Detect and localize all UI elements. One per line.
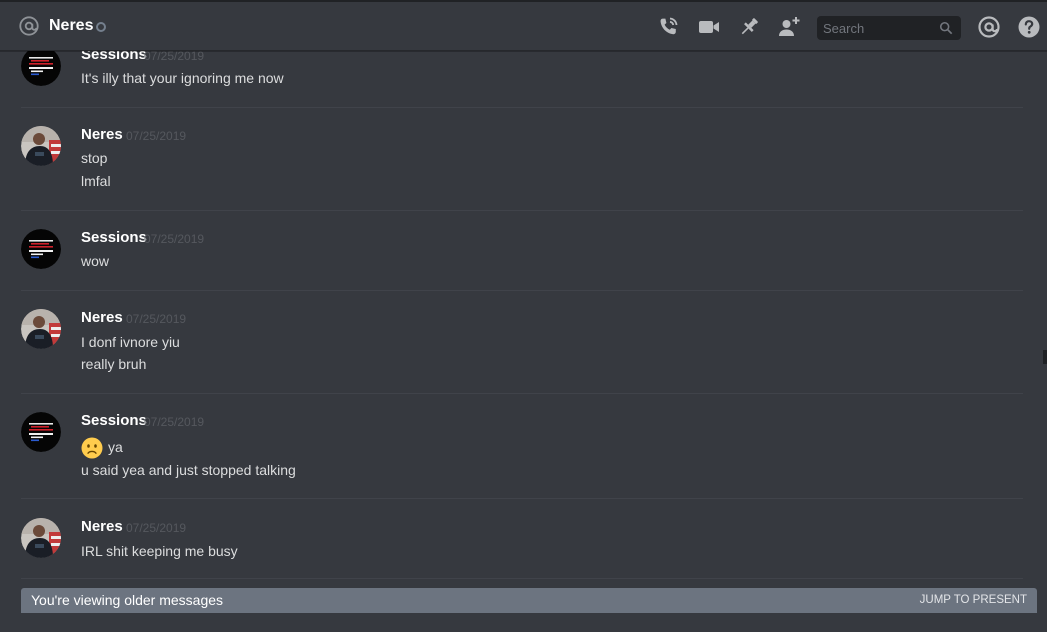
avatar-sessions[interactable] [21, 412, 61, 452]
avatar-image [21, 309, 61, 349]
avatar-image [21, 126, 61, 166]
message-divider [21, 498, 1023, 499]
message-text: It's illy that your ignoring me now [81, 70, 284, 86]
message-author[interactable]: Neres [81, 126, 123, 144]
message-timestamp: 07/25/2019 [126, 521, 187, 535]
message-author[interactable]: Neres [81, 518, 123, 536]
video-icon[interactable] [697, 15, 721, 39]
message-text: I donf ivnore yiu [81, 334, 180, 350]
message-text: stop [81, 150, 108, 166]
at-icon [19, 16, 39, 36]
message-divider [21, 107, 1023, 108]
message-timestamp: 07/25/2019 [144, 415, 205, 429]
search-icon [939, 21, 953, 35]
message-timestamp: 07/25/2019 [144, 51, 205, 63]
message-author[interactable]: Sessions [81, 229, 147, 247]
channel-name: Neres [49, 17, 94, 34]
pin-icon[interactable] [737, 15, 761, 39]
bottom-strip [0, 613, 1047, 632]
message-author[interactable]: Sessions [81, 51, 147, 64]
message-divider [21, 578, 1023, 579]
avatar-neres[interactable] [21, 309, 61, 349]
message-text: lmfal [81, 173, 111, 189]
message-text: IRL shit keeping me busy [81, 543, 238, 559]
frowning-face-emoji [81, 437, 103, 459]
message-divider [21, 290, 1023, 291]
message-text: u said yea and just stopped talking [81, 462, 296, 478]
help-icon[interactable] [1017, 15, 1041, 39]
message-divider [21, 210, 1023, 211]
avatar-sessions[interactable] [21, 51, 61, 86]
add-friend-icon[interactable] [777, 15, 801, 39]
avatar-image [21, 518, 61, 558]
avatar-image [21, 412, 61, 452]
avatar-image [21, 229, 61, 269]
search-input[interactable] [817, 16, 935, 40]
message-text: ya [81, 435, 123, 459]
message-text: wow [81, 253, 110, 269]
avatar-neres[interactable] [21, 126, 61, 166]
message-author[interactable]: Sessions [81, 412, 147, 430]
dm-chat-window: Neres Search Sessions 07/25/2019 It's il… [0, 0, 1047, 632]
call-icon[interactable] [656, 15, 680, 39]
mentions-icon[interactable] [977, 15, 1001, 39]
older-messages-bar: You're viewing older messages JUMP TO PR… [21, 588, 1037, 613]
jump-to-present-button[interactable]: JUMP TO PRESENT [920, 593, 1027, 608]
avatar-sessions[interactable] [21, 229, 61, 269]
message-text: really bruh [81, 356, 147, 372]
avatar-neres[interactable] [21, 518, 61, 558]
message-list: Sessions 07/25/2019 It's illy that your … [0, 51, 1047, 632]
message-text-span: ya [108, 439, 123, 455]
older-messages-text: You're viewing older messages [31, 592, 224, 608]
scrollbar-thumb[interactable] [1043, 350, 1047, 364]
channel-header: Neres [0, 0, 1047, 51]
message-author[interactable]: Neres [81, 309, 123, 327]
message-divider [21, 393, 1023, 394]
message-timestamp: 07/25/2019 [144, 232, 205, 246]
message-timestamp: 07/25/2019 [126, 312, 187, 326]
search-box[interactable] [817, 16, 961, 40]
message-timestamp: 07/25/2019 [126, 129, 187, 143]
status-indicator [96, 22, 106, 32]
avatar-image [21, 51, 61, 86]
